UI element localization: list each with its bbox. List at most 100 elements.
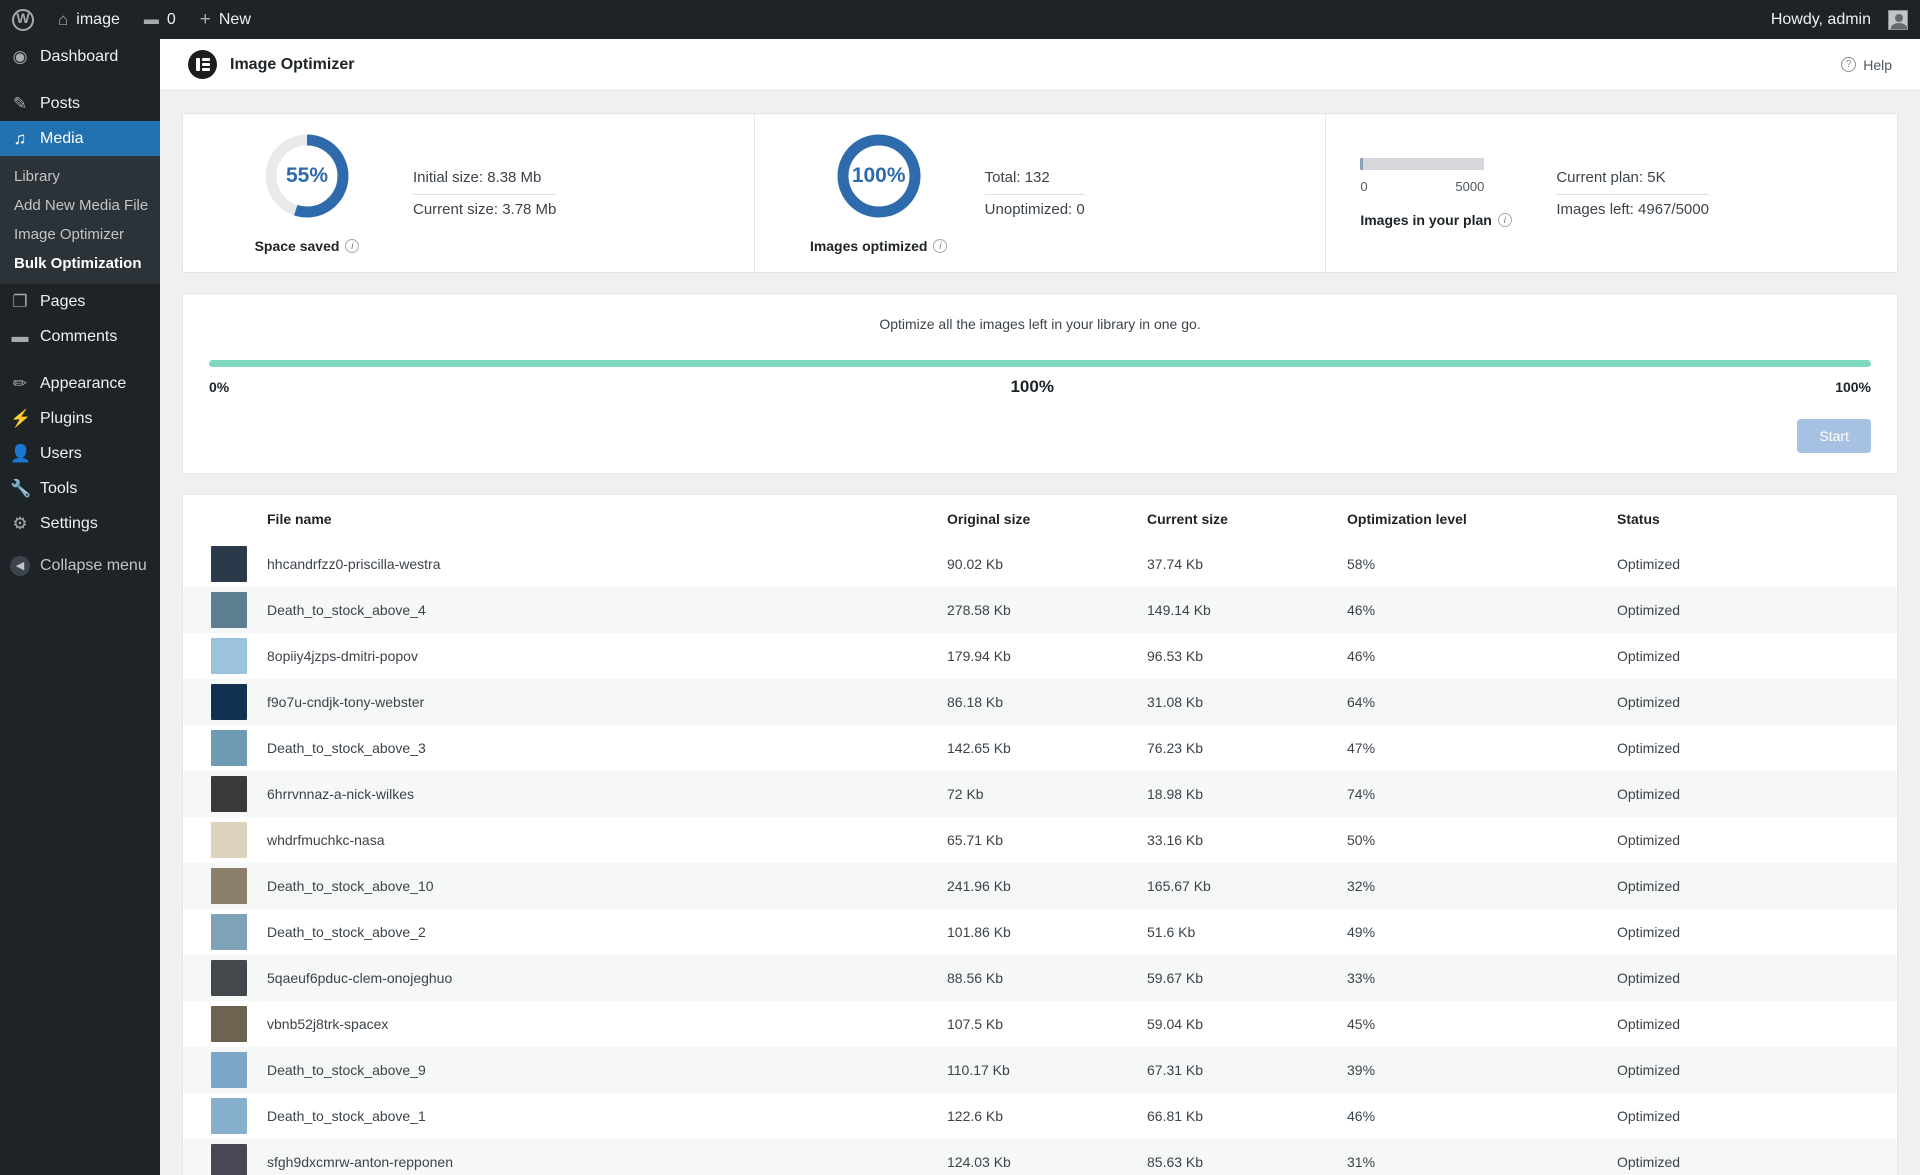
row-optimization-level: 46% — [1347, 1108, 1376, 1124]
plugin-header: Image Optimizer ? Help — [160, 39, 1920, 91]
row-file-name: 6hrrvnnaz-a-nick-wilkes — [267, 786, 415, 802]
collapse-menu-button[interactable]: ◀ Collapse menu — [0, 549, 160, 583]
page-title: Image Optimizer — [230, 55, 355, 73]
images-optimized-label: Images optimized — [809, 238, 928, 254]
images-table-body: hhcandrfzz0-priscilla-westra 90.02 Kb 37.7… — [183, 541, 1897, 1175]
info-icon[interactable]: i — [345, 239, 360, 253]
image-thumbnail[interactable] — [211, 1006, 247, 1042]
sidebar-subitem-add-new-media-file[interactable]: Add New Media File — [0, 191, 160, 220]
my-account-menu[interactable]: Howdy, admin — [1759, 0, 1920, 39]
row-current-size: 165.67 Kb — [1147, 878, 1211, 894]
row-current-size: 18.98 Kb — [1147, 786, 1204, 802]
wp-logo-menu[interactable] — [0, 0, 46, 39]
images-optimized-percent: 100% — [851, 164, 906, 187]
image-thumbnail[interactable] — [211, 868, 247, 904]
image-thumbnail[interactable] — [211, 1098, 247, 1134]
image-thumbnail[interactable] — [211, 776, 247, 812]
row-file-name: Death_to_stock_above_9 — [267, 1062, 426, 1078]
row-thumbnail-cell — [183, 725, 257, 771]
image-thumbnail[interactable] — [211, 684, 247, 720]
initial-size-line: Initial size: 8.38 Mb — [413, 168, 542, 186]
row-thumbnail-cell — [183, 863, 257, 909]
row-thumbnail-cell — [183, 1047, 257, 1093]
sidebar-item-media[interactable]: ♫ Media — [0, 121, 160, 156]
table-row: Death_to_stock_above_9 110.17 Kb 67.31 Kb 3… — [183, 1047, 1897, 1093]
row-original-size: 278.58 Kb — [947, 602, 1011, 618]
admin-sidebar: ◉ Dashboard ✎ Posts ♫ Media Library Add … — [0, 39, 160, 1175]
dashboard-icon: ◉ — [12, 46, 28, 66]
sidebar-item-pages[interactable]: ❐ Pages — [0, 284, 160, 319]
sidebar-item-tools[interactable]: 🔧 Tools — [0, 471, 160, 506]
row-status: Optimized — [1617, 786, 1681, 802]
sidebar-subitem-bulk-optimization[interactable]: Bulk Optimization — [0, 249, 160, 278]
bulk-scale-left: 0% — [209, 379, 230, 395]
new-content-button[interactable]: + New — [188, 0, 263, 39]
image-thumbnail[interactable] — [211, 960, 247, 996]
row-original-size: 88.56 Kb — [947, 970, 1004, 986]
row-thumbnail-cell — [183, 1093, 257, 1139]
row-current-size: 96.53 Kb — [1147, 648, 1204, 664]
comment-bubble-icon: ▬ — [143, 11, 159, 28]
menu-separator — [0, 74, 160, 86]
sidebar-item-appearance[interactable]: ✏ Appearance — [0, 366, 160, 401]
sidebar-item-label: Dashboard — [40, 47, 119, 65]
info-icon[interactable]: i — [933, 239, 948, 253]
row-file-name: Death_to_stock_above_10 — [267, 878, 434, 894]
column-original-size: Original size — [947, 511, 1031, 527]
plan-label: Images in your plan — [1360, 212, 1492, 228]
sidebar-item-plugins[interactable]: ⚡ Plugins — [0, 401, 160, 436]
image-thumbnail[interactable] — [211, 638, 247, 674]
help-link[interactable]: ? Help — [1841, 57, 1892, 73]
image-thumbnail[interactable] — [211, 730, 247, 766]
image-thumbnail[interactable] — [211, 1144, 247, 1175]
row-original-size: 72 Kb — [947, 786, 984, 802]
sidebar-subitem-image-optimizer[interactable]: Image Optimizer — [0, 220, 160, 249]
image-thumbnail[interactable] — [211, 822, 247, 858]
stats-panel: 55% Space saved i Initial size: 8.38 Mb … — [182, 113, 1898, 273]
column-current-size: Current size — [1147, 511, 1228, 527]
row-file-name: sfgh9dxcmrw-anton-repponen — [267, 1154, 453, 1170]
sidebar-item-comments[interactable]: ▬ Comments — [0, 319, 160, 354]
media-icon: ♫ — [13, 128, 27, 148]
comments-link[interactable]: ▬ 0 — [132, 0, 188, 39]
space-saved-chart-block: 55% Space saved i — [217, 132, 397, 254]
space-saved-donut: 55% — [263, 132, 351, 220]
row-optimization-level: 31% — [1347, 1154, 1376, 1170]
bulk-scale-right: 100% — [1835, 379, 1871, 395]
row-status: Optimized — [1617, 970, 1681, 986]
row-optimization-level: 32% — [1347, 878, 1376, 894]
sidebar-item-label: Tools — [40, 479, 78, 497]
row-status: Optimized — [1617, 832, 1681, 848]
column-thumbnail — [183, 495, 257, 541]
admin-bar-right: Howdy, admin — [1759, 0, 1920, 39]
image-thumbnail[interactable] — [211, 546, 247, 582]
info-icon[interactable]: i — [1497, 213, 1512, 227]
row-optimization-level: 47% — [1347, 740, 1376, 756]
bulk-progress-value: 100% — [1010, 377, 1054, 396]
admin-bar: ⌂ image ▬ 0 + New Howdy, admin — [0, 0, 1920, 39]
sidebar-item-posts[interactable]: ✎ Posts — [0, 86, 160, 121]
row-optimization-level: 46% — [1347, 648, 1376, 664]
site-name-link[interactable]: ⌂ image — [46, 0, 132, 39]
help-label: Help — [1863, 56, 1892, 73]
sidebar-subitem-library[interactable]: Library — [0, 162, 160, 191]
bulk-optimization-panel: Optimize all the images left in your lib… — [182, 293, 1898, 474]
row-status: Optimized — [1617, 602, 1681, 618]
elementor-logo-icon — [188, 50, 217, 79]
stat-card-space-saved: 55% Space saved i Initial size: 8.38 Mb … — [183, 114, 754, 272]
image-thumbnail[interactable] — [211, 914, 247, 950]
image-thumbnail[interactable] — [211, 592, 247, 628]
sidebar-item-settings[interactable]: ⚙ Settings — [0, 506, 160, 541]
table-row: vbnb52j8trk-spacex 107.5 Kb 59.04 Kb 45% Opt… — [183, 1001, 1897, 1047]
table-row: 8opiiy4jzps-dmitri-popov 179.94 Kb 96.53 K… — [183, 633, 1897, 679]
table-row: Death_to_stock_above_2 101.86 Kb 51.6 Kb 49… — [183, 909, 1897, 955]
media-submenu: Library Add New Media File Image Optimiz… — [0, 156, 160, 284]
sidebar-item-users[interactable]: 👤 Users — [0, 436, 160, 471]
howdy-label: Howdy, admin — [1770, 10, 1871, 28]
sidebar-item-dashboard[interactable]: ◉ Dashboard — [0, 39, 160, 74]
home-icon: ⌂ — [58, 9, 69, 29]
image-thumbnail[interactable] — [211, 1052, 247, 1088]
row-optimization-level: 58% — [1347, 556, 1376, 572]
start-button[interactable]: Start — [1797, 419, 1871, 453]
row-optimization-level: 33% — [1347, 970, 1376, 986]
